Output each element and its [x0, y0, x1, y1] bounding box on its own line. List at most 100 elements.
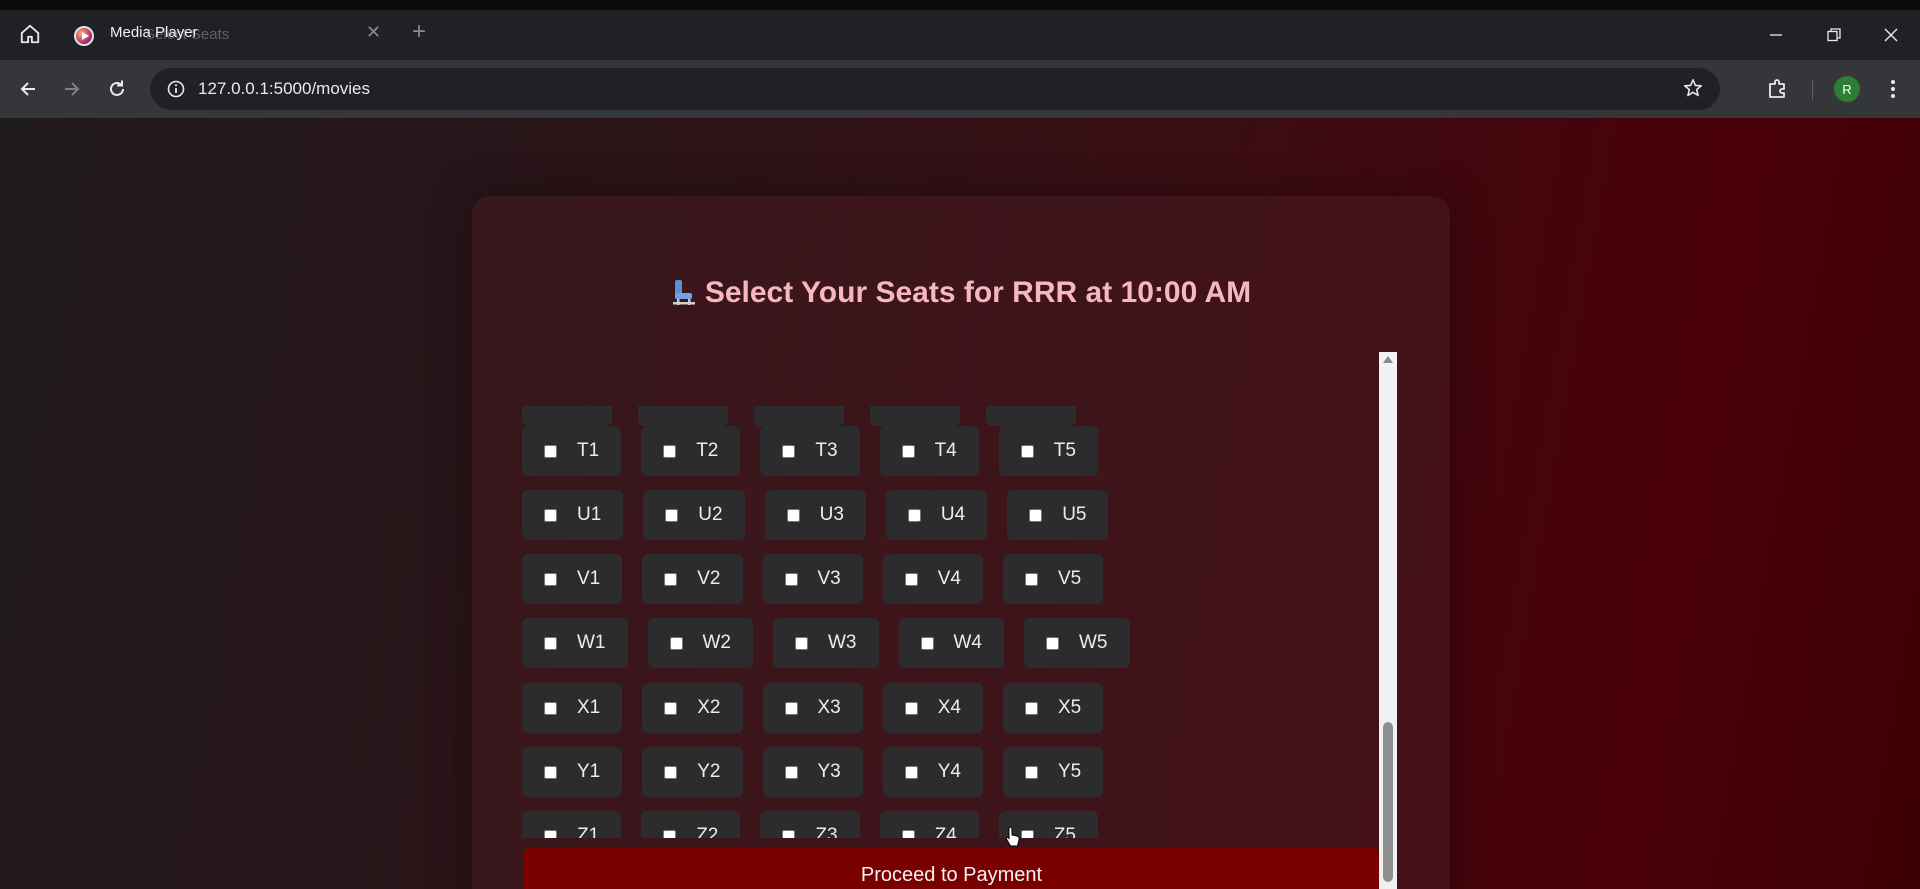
seat-checkbox[interactable] — [544, 765, 557, 779]
seat-z2[interactable]: Z2 — [641, 811, 741, 838]
home-icon[interactable] — [14, 18, 46, 50]
seat-checkbox[interactable] — [664, 765, 678, 779]
seat-checkbox[interactable] — [784, 701, 798, 715]
seat-checkbox[interactable] — [663, 444, 677, 458]
seat-checkbox[interactable] — [904, 572, 918, 586]
seat-checkbox[interactable] — [904, 701, 918, 715]
seat-v5[interactable]: V5 — [1003, 554, 1104, 604]
seat-checkbox[interactable] — [663, 829, 677, 838]
seat-checkbox[interactable] — [544, 636, 557, 650]
seat-u2[interactable]: U2 — [643, 490, 745, 540]
seat-t2[interactable]: T2 — [641, 426, 741, 476]
close-tab-icon[interactable]: ✕ — [366, 22, 381, 43]
forward-icon[interactable] — [57, 74, 87, 104]
seat-grid[interactable]: T1 T2 T3 T4 T5 U1 U2 U3 U4 U5 V1 V2 V3 V4 V5 W1 W2 W3 W4 W5… — [522, 406, 1400, 838]
browser-menu-icon[interactable] — [1880, 74, 1906, 104]
back-icon[interactable] — [13, 74, 43, 104]
new-tab-icon[interactable]: + — [412, 20, 426, 44]
seat-z1[interactable]: Z1 — [522, 811, 622, 838]
seat-checkbox[interactable] — [901, 444, 915, 458]
seat-x5[interactable]: X5 — [1003, 683, 1104, 733]
seat-chip-partial[interactable] — [522, 406, 612, 426]
window-top-edge — [0, 0, 1920, 10]
seat-label: Z2 — [696, 825, 719, 838]
seat-y4[interactable]: Y4 — [882, 747, 983, 797]
seat-checkbox[interactable] — [544, 444, 557, 458]
seat-x4[interactable]: X4 — [882, 683, 983, 733]
reload-icon[interactable] — [102, 74, 132, 104]
seat-checkbox[interactable] — [664, 701, 678, 715]
seat-t3[interactable]: T3 — [760, 426, 860, 476]
seat-checkbox[interactable] — [786, 508, 800, 522]
seat-checkbox[interactable] — [1029, 508, 1043, 522]
seat-w3[interactable]: W3 — [773, 618, 879, 668]
seat-label: U4 — [940, 504, 966, 525]
url-text[interactable]: 127.0.0.1:5000/movies — [198, 79, 370, 99]
proceed-to-payment-button[interactable]: Proceed to Payment — [524, 848, 1379, 889]
seat-y2[interactable]: Y2 — [642, 747, 743, 797]
seat-checkbox[interactable] — [782, 444, 796, 458]
seat-x1[interactable]: X1 — [522, 683, 623, 733]
extensions-puzzle-icon[interactable] — [1766, 76, 1790, 105]
seat-checkbox[interactable] — [1046, 636, 1059, 650]
seat-y3[interactable]: Y3 — [762, 747, 863, 797]
seat-scrollbar[interactable] — [1379, 352, 1397, 889]
seat-checkbox[interactable] — [544, 701, 557, 715]
seat-u5[interactable]: U5 — [1007, 490, 1109, 540]
seat-t4[interactable]: T4 — [879, 426, 979, 476]
seat-chip-partial[interactable] — [638, 406, 728, 426]
seat-y5[interactable]: Y5 — [1003, 747, 1104, 797]
seat-w5[interactable]: W5 — [1024, 618, 1130, 668]
seat-z4[interactable]: Z4 — [879, 811, 979, 838]
close-window-icon[interactable] — [1871, 20, 1911, 50]
seat-checkbox[interactable] — [1025, 701, 1038, 715]
seat-checkbox[interactable] — [1025, 765, 1038, 779]
seat-t1[interactable]: T1 — [522, 426, 622, 476]
seat-checkbox[interactable] — [904, 765, 918, 779]
seat-x2[interactable]: X2 — [642, 683, 743, 733]
seat-checkbox[interactable] — [920, 636, 934, 650]
seat-u4[interactable]: U4 — [885, 490, 988, 540]
seat-chip-partial[interactable] — [870, 406, 960, 426]
seat-z3[interactable]: Z3 — [760, 811, 860, 838]
seat-t5[interactable]: T5 — [998, 426, 1098, 476]
seat-w2[interactable]: W2 — [647, 618, 753, 668]
bookmark-star-icon[interactable] — [1682, 77, 1706, 101]
seat-checkbox[interactable] — [784, 765, 798, 779]
seat-label: V5 — [1058, 568, 1082, 589]
seat-u3[interactable]: U3 — [764, 490, 866, 540]
seat-label: X2 — [697, 697, 721, 718]
seat-v1[interactable]: V1 — [522, 554, 623, 604]
seat-y1[interactable]: Y1 — [522, 747, 623, 797]
seat-checkbox[interactable] — [901, 829, 915, 838]
seat-checkbox[interactable] — [795, 636, 808, 650]
address-bar[interactable]: 127.0.0.1:5000/movies — [150, 68, 1720, 110]
seat-checkbox[interactable] — [1020, 829, 1034, 838]
profile-avatar[interactable]: R — [1834, 76, 1860, 102]
seat-checkbox[interactable] — [665, 508, 679, 522]
seat-v4[interactable]: V4 — [882, 554, 983, 604]
seat-checkbox[interactable] — [784, 572, 798, 586]
seat-checkbox[interactable] — [1020, 444, 1034, 458]
seat-v2[interactable]: V2 — [642, 554, 743, 604]
seat-chip-partial[interactable] — [754, 406, 844, 426]
seat-checkbox[interactable] — [544, 829, 557, 838]
scroll-up-arrow-icon[interactable] — [1383, 356, 1393, 363]
seat-checkbox[interactable] — [1025, 572, 1038, 586]
scrollbar-thumb[interactable] — [1383, 722, 1393, 882]
seat-checkbox[interactable] — [664, 572, 678, 586]
seat-u1[interactable]: U1 — [522, 490, 624, 540]
minimize-icon[interactable] — [1756, 20, 1796, 50]
seat-w1[interactable]: W1 — [522, 618, 628, 668]
seat-checkbox[interactable] — [669, 636, 683, 650]
seat-x3[interactable]: X3 — [762, 683, 863, 733]
seat-v3[interactable]: V3 — [762, 554, 863, 604]
seat-chip-partial[interactable] — [986, 406, 1076, 426]
seat-checkbox[interactable] — [782, 829, 796, 838]
site-info-icon[interactable] — [164, 77, 188, 101]
restore-icon[interactable] — [1814, 20, 1854, 50]
seat-checkbox[interactable] — [544, 508, 557, 522]
seat-checkbox[interactable] — [544, 572, 557, 586]
seat-checkbox[interactable] — [907, 508, 921, 522]
seat-w4[interactable]: W4 — [898, 618, 1004, 668]
